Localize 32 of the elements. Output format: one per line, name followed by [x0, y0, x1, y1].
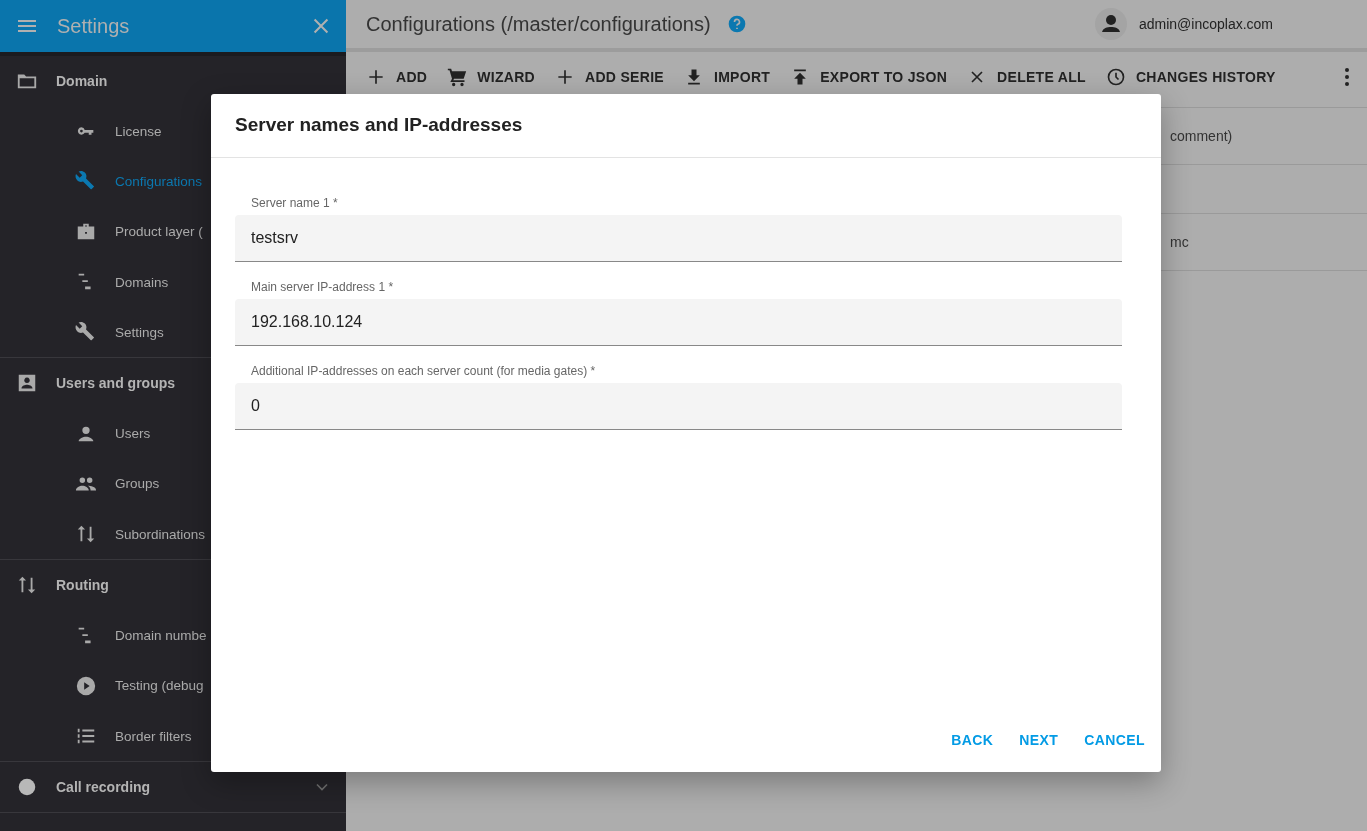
sidebar-item[interactable]: Testing (debug — [0, 660, 346, 711]
table-cell: comment) — [1170, 128, 1233, 144]
clock-icon — [1105, 66, 1126, 87]
sidebar-group[interactable]: Call recording — [0, 762, 346, 813]
avatar-icon[interactable] — [1094, 8, 1127, 40]
sidebar-title: Settings — [57, 14, 131, 38]
play-icon — [75, 674, 97, 697]
sidebar-item[interactable]: Groups — [0, 458, 346, 510]
field-label: Server name 1 * — [250, 196, 339, 210]
sidebar-item[interactable]: Domain numbe — [0, 610, 346, 661]
toolbar-button[interactable]: DELETE ALL — [967, 66, 1086, 87]
toolbar-button[interactable]: WIZARD — [447, 66, 536, 87]
sidebar-group[interactable]: Routing — [0, 560, 346, 611]
field-label: Additional IP-addresses on each server count (for media gates) * — [250, 364, 597, 378]
more-icon[interactable] — [1344, 66, 1350, 87]
toolbar-button[interactable]: CHANGES HISTORY — [1105, 66, 1276, 87]
input-field[interactable]: 192.168.10.124 — [235, 299, 1122, 346]
field-label: Main server IP-address 1 * — [250, 280, 395, 294]
toolbar-button[interactable]: ADD — [366, 66, 428, 87]
toolbar-button[interactable]: ADD SERIE — [555, 66, 664, 87]
sidebar-item[interactable]: Subordinations — [0, 509, 346, 560]
user-email[interactable]: admin@incoplax.com — [1138, 16, 1273, 32]
cart-icon — [447, 66, 468, 87]
page-title: Configurations (/master/configurations) — [366, 12, 711, 36]
toolbar-button[interactable]: EXPORT TO JSON — [790, 66, 948, 87]
input-field[interactable]: 0 — [235, 383, 1122, 430]
sidebar-item[interactable]: Border filters — [0, 710, 346, 762]
dialog-title: Server names and IP-addresses — [211, 94, 1161, 158]
help-icon[interactable] — [726, 14, 747, 34]
toolbar-button[interactable]: IMPORT — [683, 66, 771, 87]
table-cell: mc — [1170, 234, 1189, 250]
input-field[interactable]: testsrv — [235, 215, 1122, 262]
